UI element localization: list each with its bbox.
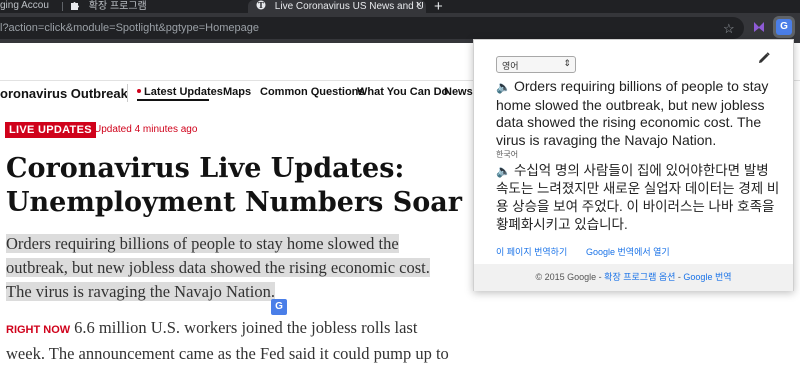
svg-text:T: T xyxy=(258,0,264,10)
body-line-1: 6.6 million U.S. workers joined the jobl… xyxy=(74,318,418,337)
nav-divider xyxy=(127,84,128,102)
popup-footer: © 2015 Google - 확장 프로그램 옵션 - Google 번역 xyxy=(474,264,793,291)
tab-extensions[interactable]: 확장 프로그램 xyxy=(70,0,246,13)
open-in-google-translate-link[interactable]: Google 번역에서 열기 xyxy=(586,245,670,258)
nav-maps[interactable]: Maps xyxy=(223,86,251,98)
section-brand[interactable]: oronavirus Outbreak xyxy=(0,86,128,101)
close-tab-icon[interactable]: × xyxy=(416,0,422,11)
footer-copyright: © 2015 Google - xyxy=(535,272,605,282)
tab-3-label: Live Coronavirus US News and U xyxy=(274,1,424,12)
source-text: Orders requiring billions of people to s… xyxy=(496,78,769,148)
summary-line-3: The virus is ravaging the Navajo Nation. xyxy=(6,282,275,301)
target-text: 수십억 명의 사람들이 집에 있어야한다면 발병 속도는 느려졌지만 새로운 실… xyxy=(496,163,780,232)
tab-bar: ging Accou 확장 프로그램 T Live Coronavirus US… xyxy=(0,0,800,15)
target-text-block: 🔈 수십억 명의 사람들이 집에 있어야한다면 발병 속도는 느려졌지만 새로운 … xyxy=(496,162,782,234)
tab-2-label: 확장 프로그램 xyxy=(88,1,147,12)
tab-1[interactable]: ging Accou xyxy=(0,0,58,13)
source-language-value: 영어 xyxy=(502,61,519,71)
translate-popup: 영어 ⇕ 🔈 Orders requiring billions of peopl… xyxy=(473,39,794,291)
puzzle-icon xyxy=(71,2,79,10)
extension-icon[interactable] xyxy=(752,20,766,34)
translate-page-link[interactable]: 이 페이지 번역하기 xyxy=(496,245,567,258)
nav-latest-updates-label: Latest Updates xyxy=(144,86,223,98)
body-line-2: week. The announcement came as the Fed s… xyxy=(6,344,449,363)
source-text-block: 🔈 Orders requiring billions of people to … xyxy=(496,78,782,149)
active-nav-underline xyxy=(137,99,209,101)
updated-timestamp: Updated 4 minutes ago xyxy=(94,124,198,135)
article-body: RIGHT NOW 6.6 million U.S. workers joined… xyxy=(6,316,466,366)
select-arrows-icon: ⇕ xyxy=(563,58,571,68)
address-bar[interactable]: l?action=click&module=Spotlight&pgtype=H… xyxy=(0,17,744,39)
source-language-select[interactable]: 영어 ⇕ xyxy=(496,56,576,73)
tab-active-live-coronavirus[interactable]: T Live Coronavirus US News and U × xyxy=(248,0,426,13)
source-speaker-icon[interactable]: 🔈 xyxy=(496,80,511,94)
google-translate-extension-button[interactable]: G xyxy=(776,19,792,35)
bookmark-star-icon[interactable]: ☆ xyxy=(723,21,735,37)
google-translate-link[interactable]: Google 번역 xyxy=(683,272,731,282)
summary-line-1: Orders requiring billions of people to s… xyxy=(6,234,399,253)
tab-1-label: ging Accou xyxy=(0,0,49,11)
nav-common-questions[interactable]: Common Questions xyxy=(260,86,365,98)
right-now-label: RIGHT NOW xyxy=(6,324,71,336)
url-text: l?action=click&module=Spotlight&pgtype=H… xyxy=(0,22,259,34)
live-dot-icon xyxy=(137,89,141,93)
target-language-label: 한국어 xyxy=(496,150,519,159)
target-speaker-icon[interactable]: 🔈 xyxy=(496,164,511,178)
nav-what-you-can-do[interactable]: What You Can Do xyxy=(357,86,448,98)
tab-separator xyxy=(62,2,63,11)
extension-options-link[interactable]: 확장 프로그램 옵션 xyxy=(604,272,675,282)
summary-line-2: outbreak, but new jobless data showed th… xyxy=(6,258,430,277)
nyt-logo-icon: T xyxy=(256,0,266,10)
article-headline: Coronavirus Live Updates: Unemployment N… xyxy=(6,153,462,218)
live-updates-badge: LIVE UPDATES xyxy=(5,122,96,138)
article-summary: Orders requiring billions of people to s… xyxy=(6,232,456,304)
translate-selection-icon[interactable]: G xyxy=(271,299,287,315)
edit-pencil-icon[interactable] xyxy=(757,51,771,65)
nav-latest-updates[interactable]: Latest Updates xyxy=(137,86,223,98)
